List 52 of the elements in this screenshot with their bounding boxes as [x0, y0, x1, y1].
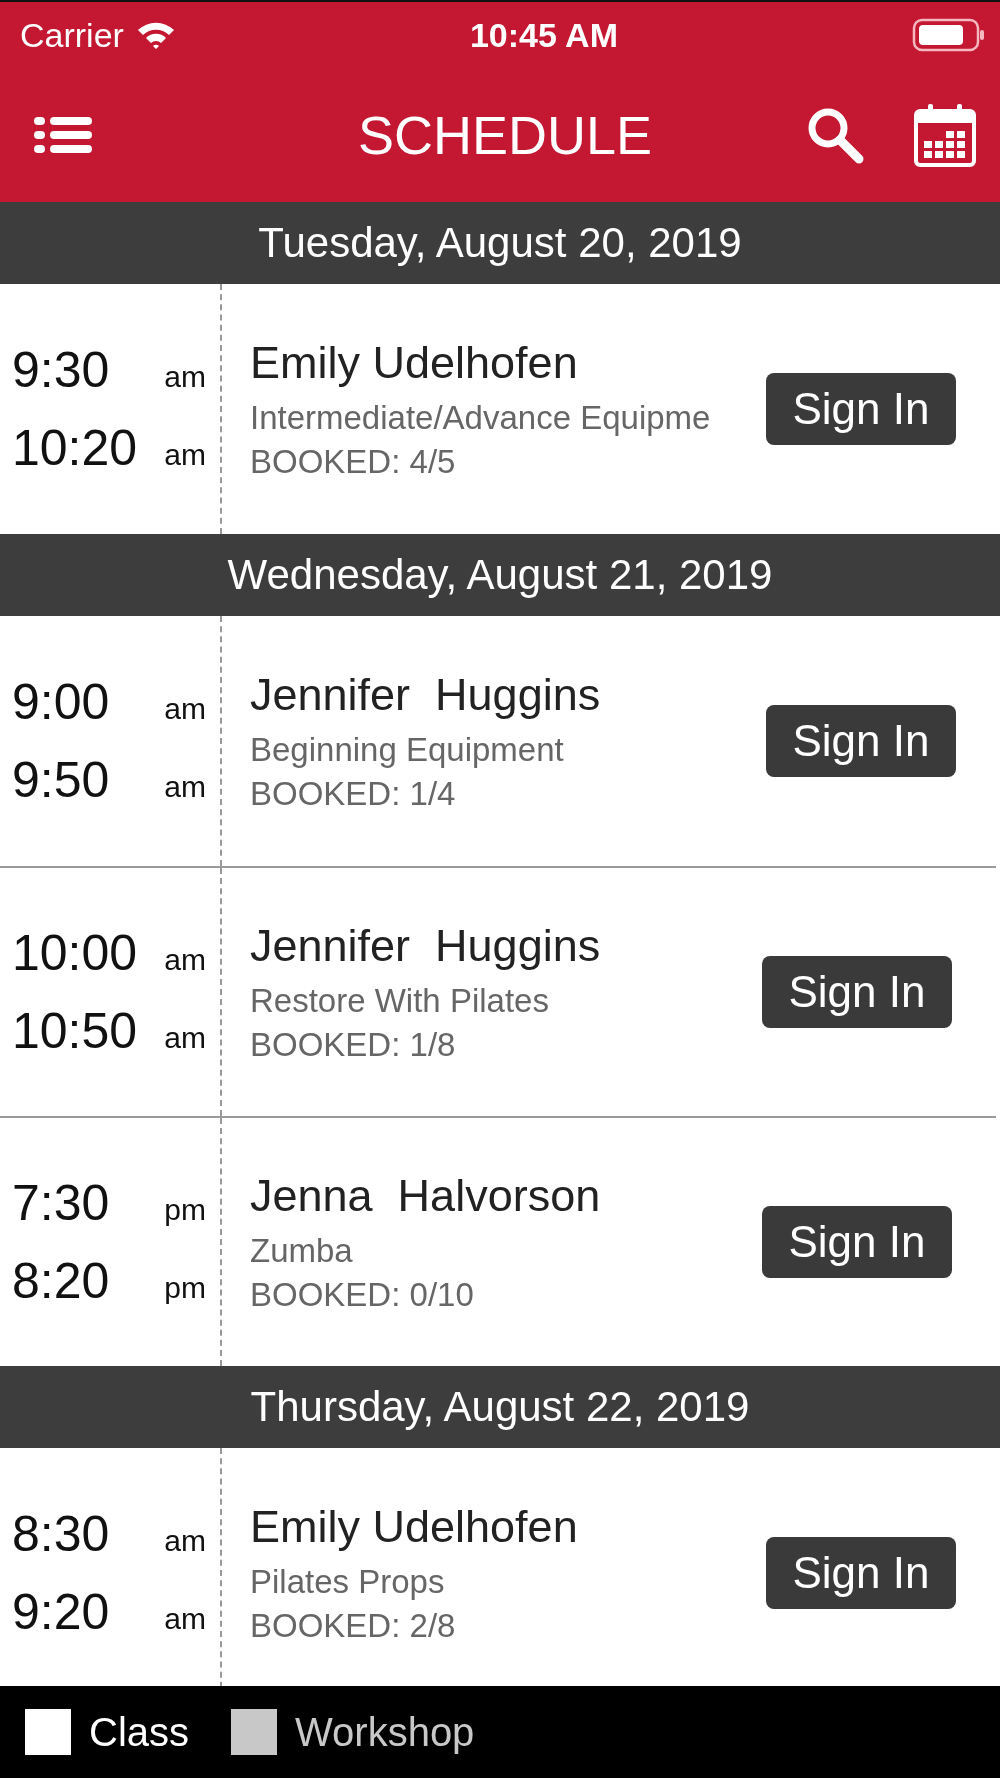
class-name: Restore With Pilates — [250, 982, 550, 1020]
start-period: am — [164, 360, 206, 394]
end-time: 10:20 — [12, 419, 138, 477]
booked-count: BOOKED: 2/8 — [250, 1607, 457, 1645]
end-time: 10:50 — [12, 1002, 138, 1060]
class-name: Intermediate/Advance Equipme — [250, 399, 712, 437]
booked-count: BOOKED: 1/8 — [250, 1026, 457, 1064]
date-header: Tuesday, August 20, 2019 — [0, 202, 1000, 284]
sign-in-button[interactable]: Sign In — [766, 1537, 956, 1609]
calendar-icon[interactable] — [914, 103, 976, 167]
sign-in-button[interactable]: Sign In — [766, 705, 956, 777]
start-period: pm — [164, 1193, 206, 1227]
date-header: Wednesday, August 21, 2019 — [0, 534, 1000, 616]
instructor-name: Jennifer Huggins — [250, 920, 602, 972]
sign-in-button[interactable]: Sign In — [762, 1206, 952, 1278]
start-time: 9:30 — [12, 341, 110, 399]
start-time: 7:30 — [12, 1174, 110, 1232]
start-period: am — [164, 692, 206, 726]
search-icon[interactable] — [806, 106, 864, 164]
class-name: Zumba — [250, 1232, 354, 1270]
date-header: Thursday, August 22, 2019 — [0, 1366, 1000, 1448]
class-name: Beginning Equipment — [250, 731, 565, 769]
clock-time: 10:45 AM — [469, 15, 618, 55]
menu-icon[interactable] — [34, 115, 92, 155]
sign-in-button[interactable]: Sign In — [766, 373, 956, 445]
start-period: am — [164, 943, 206, 977]
end-period: am — [164, 1602, 206, 1636]
sign-in-button[interactable]: Sign In — [762, 956, 952, 1028]
battery-icon — [912, 18, 986, 52]
booked-count: BOOKED: 0/10 — [250, 1276, 475, 1314]
end-time: 8:20 — [12, 1252, 110, 1310]
instructor-name: Emily Udelhofen — [250, 1501, 579, 1553]
end-period: am — [164, 770, 206, 804]
start-time: 8:30 — [12, 1505, 110, 1563]
legend-label: Class — [89, 1709, 190, 1755]
class-name: Pilates Props — [250, 1563, 446, 1601]
screen-title: SCHEDULE — [357, 104, 653, 166]
end-period: am — [164, 438, 206, 472]
end-time: 9:20 — [12, 1583, 110, 1641]
booked-count: BOOKED: 4/5 — [250, 443, 457, 481]
end-period: am — [164, 1021, 206, 1055]
start-time: 10:00 — [12, 924, 138, 982]
end-time: 9:50 — [12, 751, 110, 809]
legend-label: Workshop — [295, 1709, 475, 1755]
booked-count: BOOKED: 1/4 — [250, 775, 457, 813]
instructor-name: Jennifer Huggins — [250, 669, 602, 721]
instructor-name: Emily Udelhofen — [250, 337, 579, 389]
carrier-label: Carrier — [20, 15, 124, 55]
instructor-name: Jenna Halvorson — [250, 1170, 602, 1222]
end-period: pm — [164, 1271, 206, 1305]
start-period: am — [164, 1524, 206, 1558]
start-time: 9:00 — [12, 673, 110, 731]
